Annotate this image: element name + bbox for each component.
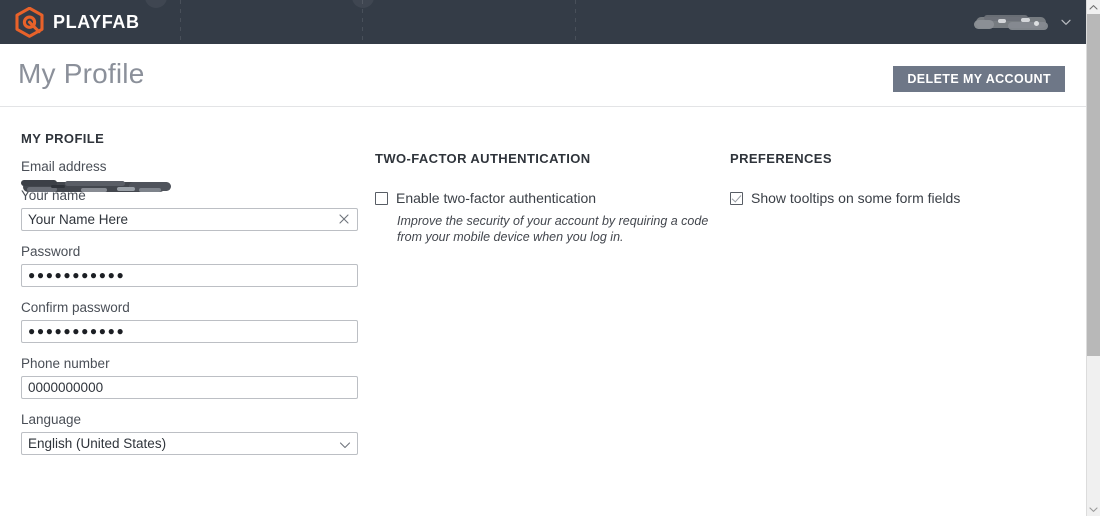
your-name-field: Your name	[21, 188, 361, 231]
show-tooltips-label: Show tooltips on some form fields	[751, 190, 961, 206]
password-label: Password	[21, 244, 81, 259]
brand-home-link[interactable]: PLAYFAB	[0, 0, 140, 44]
vertical-scrollbar[interactable]	[1086, 0, 1100, 516]
my-profile-column: MY PROFILE Email address Your name Pa	[21, 108, 361, 455]
enable-two-factor-label: Enable two-factor authentication	[396, 190, 597, 206]
preferences-section-title: PREFERENCES	[730, 151, 832, 166]
nav-separator	[180, 0, 181, 44]
page-title: My Profile	[18, 58, 145, 89]
password-input[interactable]: ●●●●●●●●●●●	[21, 264, 358, 287]
your-name-input[interactable]	[21, 208, 358, 231]
email-address-label: Email address	[21, 159, 107, 174]
playfab-hexagon-logo-icon	[15, 6, 44, 38]
scroll-down-arrow-icon[interactable]	[1087, 502, 1100, 516]
nav-decor-blob	[352, 0, 374, 8]
phone-number-input[interactable]	[21, 376, 358, 399]
language-select[interactable]: English (United States)	[21, 432, 358, 455]
user-menu[interactable]	[974, 0, 1072, 44]
nav-separator	[575, 0, 576, 44]
user-name-redacted	[974, 14, 1052, 31]
show-tooltips-row[interactable]: Show tooltips on some form fields	[730, 190, 1060, 207]
confirm-password-field: Confirm password ●●●●●●●●●●●	[21, 300, 361, 343]
nav-decor-blob	[145, 0, 167, 8]
phone-number-field: Phone number	[21, 356, 361, 399]
page-header: My Profile DELETE MY ACCOUNT	[0, 44, 1086, 107]
language-label: Language	[21, 412, 82, 427]
confirm-password-input[interactable]: ●●●●●●●●●●●	[21, 320, 358, 343]
top-navigation-bar: PLAYFAB	[0, 0, 1086, 44]
profile-content: MY PROFILE Email address Your name Pa	[0, 108, 1086, 516]
delete-my-account-button[interactable]: DELETE MY ACCOUNT	[893, 66, 1065, 92]
two-factor-help-text: Improve the security of your account by …	[397, 214, 709, 244]
two-factor-section-title: TWO-FACTOR AUTHENTICATION	[375, 151, 591, 166]
brand-name-label: PLAYFAB	[53, 11, 140, 32]
enable-two-factor-checkbox[interactable]	[375, 192, 388, 205]
password-field: Password ●●●●●●●●●●●	[21, 244, 361, 287]
enable-two-factor-row[interactable]: Enable two-factor authentication	[375, 190, 715, 207]
show-tooltips-checkbox[interactable]	[730, 192, 743, 205]
confirm-password-label: Confirm password	[21, 300, 130, 315]
scroll-up-arrow-icon[interactable]	[1087, 0, 1100, 14]
language-field: Language English (United States)	[21, 412, 361, 455]
close-x-icon[interactable]	[337, 212, 351, 226]
email-address-field: Email address	[21, 159, 361, 192]
preferences-column: PREFERENCES Show tooltips on some form f…	[730, 108, 1060, 207]
two-factor-authentication-column: TWO-FACTOR AUTHENTICATION Enable two-fac…	[375, 108, 715, 245]
chevron-down-icon[interactable]	[1060, 16, 1072, 28]
scrollbar-thumb[interactable]	[1087, 14, 1100, 356]
my-profile-section-title: MY PROFILE	[21, 131, 105, 146]
phone-number-label: Phone number	[21, 356, 110, 371]
